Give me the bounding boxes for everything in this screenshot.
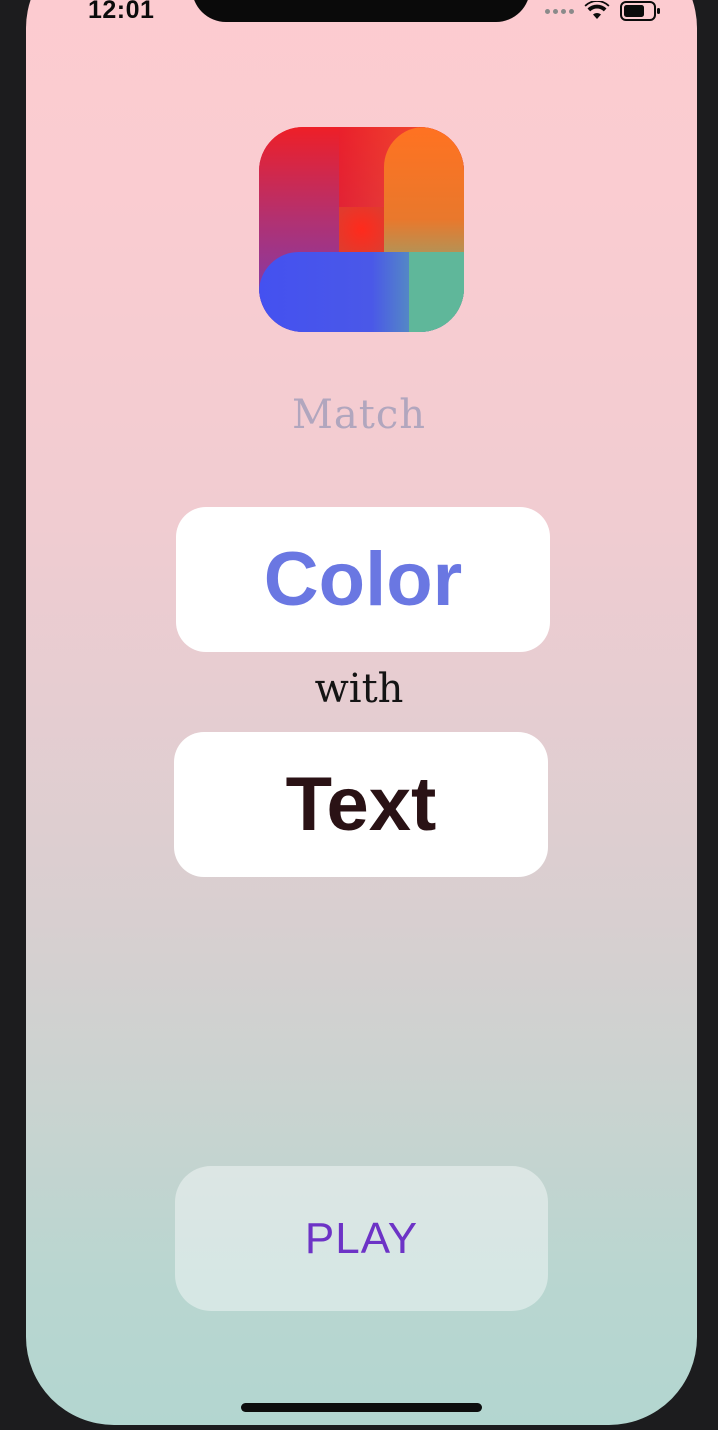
match-app-logo-icon <box>259 127 464 332</box>
status-icons <box>545 0 662 22</box>
color-card: Color <box>176 507 550 652</box>
play-button[interactable]: PLAY <box>175 1166 548 1311</box>
app-title: Match <box>291 392 427 438</box>
status-time: 12:01 <box>88 0 155 24</box>
device-notch <box>192 0 530 22</box>
logo-artwork <box>259 127 464 332</box>
home-indicator[interactable] <box>241 1403 482 1412</box>
text-card: Text <box>174 732 548 877</box>
cellular-signal-icon <box>545 8 574 14</box>
device-frame: 12:01 Match Color with Text PLAY <box>0 0 718 1430</box>
connector-text: with <box>314 666 404 712</box>
wifi-icon <box>584 1 610 19</box>
battery-icon <box>620 1 660 21</box>
